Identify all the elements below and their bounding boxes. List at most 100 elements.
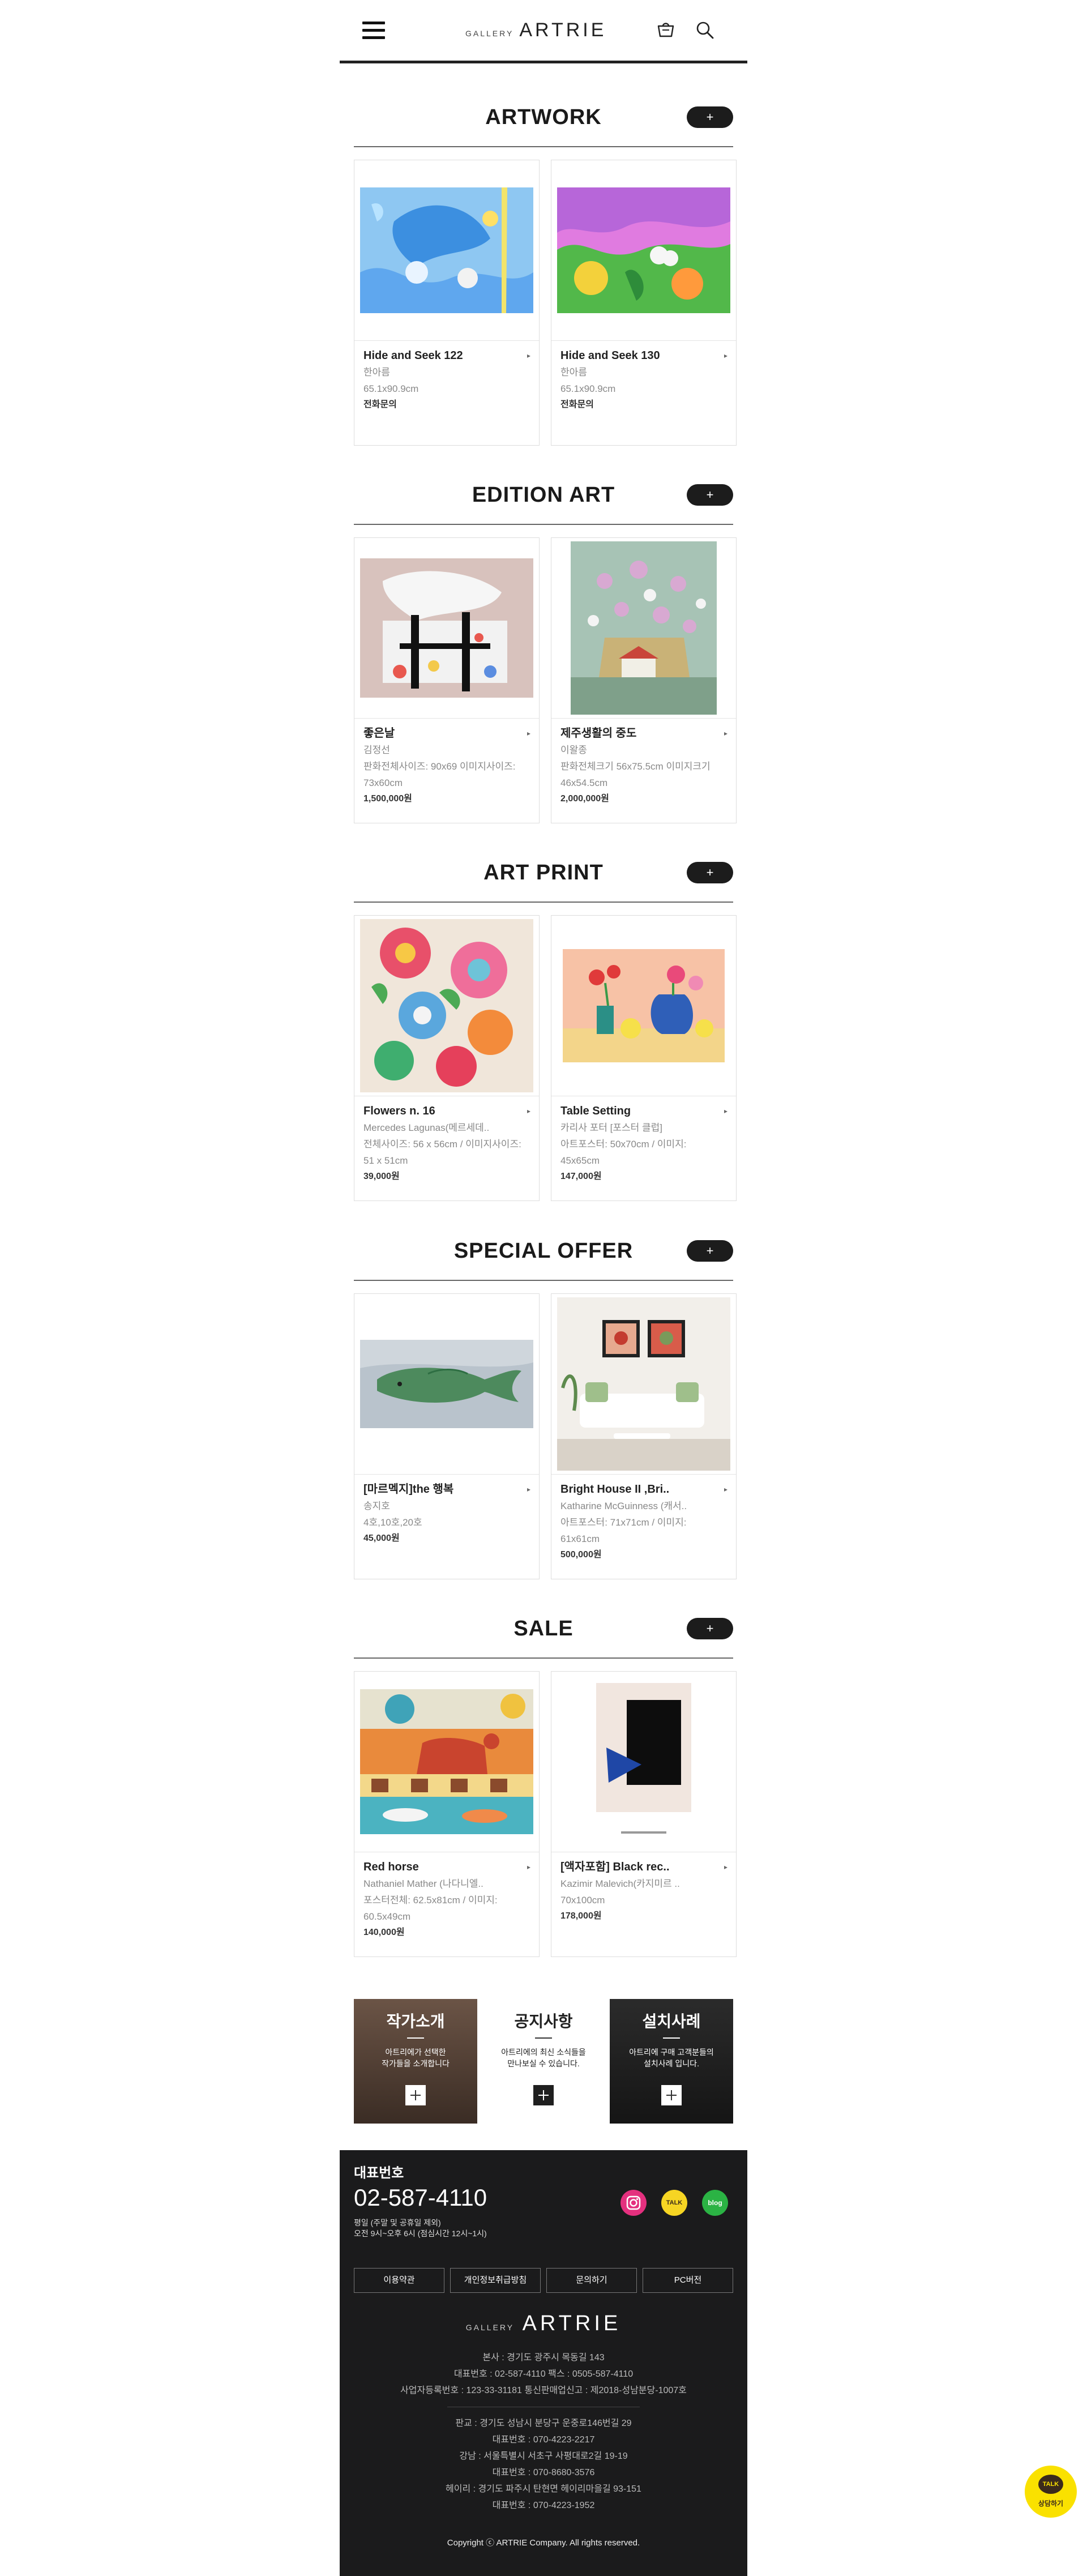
- section-title: ARTWORK: [485, 105, 602, 129]
- blog-icon[interactable]: blog: [702, 2190, 728, 2216]
- section-header: SPECIAL OFFER +: [354, 1234, 733, 1281]
- section-artwork: ARTWORK + Hide and Seek 122 ▸ 한아름 65.1x9…: [354, 101, 737, 446]
- more-button[interactable]: +: [687, 484, 733, 506]
- terms-link[interactable]: 이용약관: [354, 2268, 444, 2293]
- product-image[interactable]: [354, 1672, 539, 1852]
- kakaotalk-icon[interactable]: TALK: [661, 2190, 687, 2216]
- product-detail: 65.1x90.9cm: [363, 383, 419, 394]
- chevron-right-icon: ▸: [724, 1107, 727, 1115]
- product-artist: Katharine McGuinness (캐서..: [560, 1501, 687, 1511]
- section-title: ART PRINT: [483, 861, 604, 885]
- pc-version-link[interactable]: PC버전: [643, 2268, 733, 2293]
- section-header: EDITION ART +: [354, 479, 733, 525]
- more-button[interactable]: +: [687, 106, 733, 128]
- product-price: 39,000원: [363, 1172, 400, 1181]
- product-name[interactable]: Flowers n. 16: [363, 1103, 530, 1120]
- product-price: 147,000원: [560, 1172, 602, 1181]
- product-card[interactable]: Hide and Seek 130 ▸ 한아름 65.1x90.9cm 전화문의: [551, 160, 737, 446]
- artwork-thumbnail: [557, 187, 730, 313]
- product-artist: 송지호: [363, 1501, 390, 1511]
- product-image[interactable]: [551, 1294, 736, 1475]
- branch-line: 대표번호 : 070-4223-2217: [492, 2435, 595, 2445]
- product-name[interactable]: Red horse: [363, 1859, 530, 1876]
- product-card[interactable]: Table Setting ▸ 카리사 포터 [포스터 클럽] 아트포스터: 5…: [551, 915, 737, 1201]
- product-name[interactable]: 제주생활의 중도: [560, 725, 727, 742]
- artwork-thumbnail: [563, 949, 725, 1062]
- branch-line: 대표번호 : 070-8680-3576: [492, 2468, 595, 2477]
- plus-icon[interactable]: [405, 2085, 426, 2105]
- copyright: Copyright ⓒ ARTRIE Company. All rights r…: [447, 2538, 640, 2548]
- product-image[interactable]: [354, 916, 539, 1096]
- branch-line: 헤이리 : 경기도 파주시 탄현면 헤이리마을길 93-151: [446, 2484, 641, 2494]
- chevron-right-icon: ▸: [527, 1863, 530, 1871]
- product-name[interactable]: [액자포함] Black rec..: [560, 1859, 727, 1876]
- more-button[interactable]: +: [687, 1618, 733, 1639]
- address-line: 사업자등록번호 : 123-33-31181 통신판매업신고 : 제2018-성…: [400, 2386, 687, 2395]
- product-image[interactable]: [354, 160, 539, 341]
- product-image[interactable]: [551, 916, 736, 1096]
- section-title: EDITION ART: [472, 483, 615, 507]
- product-detail: 65.1x90.9cm: [560, 383, 616, 394]
- product-name[interactable]: Hide and Seek 130: [560, 347, 727, 364]
- product-detail: 전체사이즈: 56 x 56cm / 이미지사이즈: 51 x 51cm: [363, 1139, 521, 1166]
- company-info: 본사 : 경기도 광주시 목동길 143 대표번호 : 02-587-4110 …: [340, 2349, 747, 2399]
- section-header: ART PRINT +: [354, 856, 733, 903]
- privacy-link[interactable]: 개인정보취급방침: [450, 2268, 541, 2293]
- banner-text: 아트리에 구매 고객분들의: [629, 2048, 714, 2057]
- banner-title: 작가소개: [386, 2013, 445, 2030]
- product-card[interactable]: 좋은날 ▸ 김정선 판화전체사이즈: 90x69 이미지사이즈: 73x60cm…: [354, 537, 540, 823]
- product-card[interactable]: Hide and Seek 122 ▸ 한아름 65.1x90.9cm 전화문의: [354, 160, 540, 446]
- artist-intro-banner[interactable]: 작가소개 아트리에가 선택한 작가들을 소개합니다: [354, 1999, 477, 2124]
- product-image[interactable]: [551, 538, 736, 719]
- branch-line: 판교 : 경기도 성남시 분당구 운중로146번길 29: [455, 2419, 632, 2428]
- plus-icon[interactable]: [661, 2085, 682, 2105]
- product-name[interactable]: Table Setting: [560, 1103, 727, 1120]
- notice-banner[interactable]: 공지사항 아트리에의 최신 소식들을 만나보실 수 있습니다.: [482, 1999, 605, 2124]
- product-detail: 아트포스터: 50x70cm / 이미지: 45x65cm: [560, 1139, 687, 1166]
- product-price: 전화문의: [560, 400, 594, 409]
- cart-icon[interactable]: [657, 22, 675, 39]
- product-card[interactable]: [마르멕지]the 행복 ▸ 송지호 4호,10호,20호 45,000원: [354, 1293, 540, 1579]
- product-detail: 4호,10호,20호: [363, 1517, 422, 1528]
- product-card[interactable]: [액자포함] Black rec.. ▸ Kazimir Malevich(카지…: [551, 1671, 737, 1957]
- banner-title: 공지사항: [514, 2013, 573, 2030]
- product-name[interactable]: Hide and Seek 122: [363, 347, 530, 364]
- product-name[interactable]: Bright House II ,Bri..: [560, 1481, 727, 1498]
- search-icon[interactable]: [695, 20, 714, 40]
- logo-small-text: GALLERY: [465, 29, 514, 38]
- product-image[interactable]: [551, 1672, 736, 1852]
- product-card[interactable]: 제주생활의 중도 ▸ 이왈종 판화전체크기 56x75.5cm 이미지크기 46…: [551, 537, 737, 823]
- chevron-right-icon: ▸: [527, 352, 530, 360]
- plus-icon[interactable]: [533, 2085, 554, 2105]
- more-button[interactable]: +: [687, 862, 733, 883]
- install-case-banner[interactable]: 설치사례 아트리에 구매 고객분들의 설치사례 입니다.: [610, 1999, 733, 2124]
- banner-title: 설치사례: [642, 2013, 701, 2030]
- instagram-icon[interactable]: [620, 2190, 647, 2216]
- product-card[interactable]: Bright House II ,Bri.. ▸ Katharine McGui…: [551, 1293, 737, 1579]
- address-line: 본사 : 경기도 광주시 목동길 143: [482, 2353, 605, 2363]
- artwork-thumbnail: [360, 919, 533, 1092]
- product-image[interactable]: [354, 538, 539, 719]
- product-name[interactable]: 좋은날: [363, 725, 530, 742]
- product-detail: 포스터전체: 62.5x81cm / 이미지: 60.5x49cm: [363, 1895, 498, 1922]
- menu-icon[interactable]: [362, 22, 385, 40]
- artwork-thumbnail: [557, 1297, 730, 1471]
- site-logo[interactable]: GALLERY ARTRIE: [465, 19, 635, 42]
- banner-text: 설치사례 입니다.: [644, 2059, 699, 2068]
- artwork-thumbnail: [593, 1680, 695, 1844]
- section-special-offer: SPECIAL OFFER + [마르멕지]the 행복 ▸ 송지호 4호,10…: [354, 1234, 737, 1579]
- site-footer: 대표번호 02-587-4110 평일 (주말 및 공휴일 제외) 오전 9시~…: [340, 2150, 747, 2576]
- product-artist: 이왈종: [560, 745, 587, 755]
- product-name[interactable]: [마르멕지]the 행복: [363, 1481, 530, 1498]
- more-button[interactable]: +: [687, 1240, 733, 1262]
- product-image[interactable]: [354, 1294, 539, 1475]
- banner-text: 만나보실 수 있습니다.: [507, 2059, 580, 2068]
- phone-number[interactable]: 02-587-4110: [354, 2184, 487, 2211]
- product-artist: 한아름: [560, 367, 587, 378]
- section-header: ARTWORK +: [354, 101, 733, 147]
- product-card[interactable]: Flowers n. 16 ▸ Mercedes Lagunas(메르세데.. …: [354, 915, 540, 1201]
- product-card[interactable]: Red horse ▸ Nathaniel Mather (나다니엘.. 포스터…: [354, 1671, 540, 1957]
- product-image[interactable]: [551, 160, 736, 341]
- kakao-consult-button[interactable]: TALK 상담하기: [1025, 2466, 1077, 2518]
- contact-link[interactable]: 문의하기: [546, 2268, 637, 2293]
